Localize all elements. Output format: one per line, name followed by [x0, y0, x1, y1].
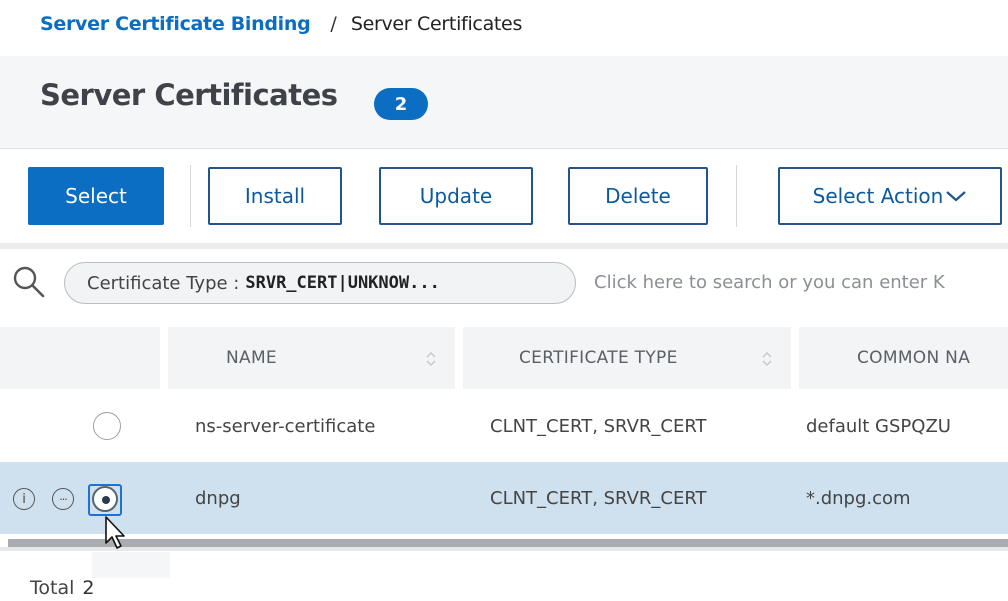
- sort-icon[interactable]: [425, 351, 437, 367]
- horizontal-scrollbar[interactable]: [8, 539, 1008, 547]
- select-action-label: Select Action: [812, 184, 944, 208]
- select-column-header: [0, 327, 160, 389]
- more-icon[interactable]: ···: [52, 488, 74, 510]
- table-row[interactable]: i ··· dnpg CLNT_CERT, SRVR_CERT *.dnpg.c…: [0, 462, 1008, 534]
- filter-chip-key: Certificate Type :: [87, 272, 240, 294]
- column-header-certificate-type[interactable]: CERTIFICATE TYPE: [463, 327, 791, 389]
- breadcrumb-separator: /: [330, 13, 337, 35]
- toolbar-divider: [190, 165, 191, 227]
- toolbar-divider: [736, 165, 737, 227]
- cell-name: dnpg: [195, 487, 241, 509]
- cell-name: ns-server-certificate: [195, 415, 376, 437]
- search-icon[interactable]: [12, 265, 46, 299]
- row-select-radio[interactable]: [92, 486, 118, 512]
- column-header-name[interactable]: NAME: [168, 327, 455, 389]
- select-button[interactable]: Select: [28, 167, 164, 225]
- total-label: Total: [30, 577, 75, 599]
- search-input[interactable]: Click here to search or you can enter K: [594, 272, 945, 293]
- scrollbar-track: [0, 547, 1008, 551]
- total-count: 2: [82, 577, 95, 599]
- filter-chip[interactable]: Certificate Type : SRVR_CERT|UNKNOW...: [64, 262, 576, 304]
- delete-button[interactable]: Delete: [568, 167, 708, 225]
- toolbar: Select Install Update Delete Select Acti…: [0, 149, 1008, 249]
- chevron-down-icon: [946, 191, 967, 202]
- row-select-radio[interactable]: [93, 412, 121, 440]
- table-row[interactable]: ns-server-certificate CLNT_CERT, SRVR_CE…: [0, 390, 1008, 462]
- page: Server Certificate Binding / Server Cert…: [0, 0, 1008, 601]
- filter-chip-value: SRVR_CERT|UNKNOW...: [245, 273, 440, 293]
- cell-common-name: default GSPQZU: [806, 415, 951, 437]
- column-header-label: COMMON NA: [857, 348, 971, 368]
- count-badge: 2: [374, 88, 428, 120]
- update-button[interactable]: Update: [379, 167, 533, 225]
- select-action-dropdown[interactable]: Select Action: [778, 167, 1002, 225]
- cursor-highlight: [92, 552, 170, 578]
- breadcrumb: Server Certificate Binding / Server Cert…: [40, 8, 522, 40]
- column-header-common-name[interactable]: COMMON NA: [799, 327, 1008, 389]
- page-title: Server Certificates: [40, 78, 338, 112]
- install-button[interactable]: Install: [208, 167, 342, 225]
- table-header: NAME CERTIFICATE TYPE COMMON NA: [0, 327, 1008, 389]
- cell-certificate-type: CLNT_CERT, SRVR_CERT: [490, 487, 707, 509]
- column-header-label: NAME: [226, 348, 277, 368]
- cell-common-name: *.dnpg.com: [806, 487, 911, 509]
- column-header-label: CERTIFICATE TYPE: [519, 348, 678, 368]
- cell-certificate-type: CLNT_CERT, SRVR_CERT: [490, 415, 707, 437]
- cursor-icon: [105, 516, 125, 549]
- title-bar: Server Certificates 2: [0, 56, 1008, 149]
- breadcrumb-current: Server Certificates: [350, 13, 523, 35]
- info-icon[interactable]: i: [13, 488, 35, 510]
- sort-icon[interactable]: [761, 351, 773, 367]
- breadcrumb-link-server-certificate-binding[interactable]: Server Certificate Binding: [40, 13, 311, 35]
- search-row: Certificate Type : SRVR_CERT|UNKNOW... C…: [0, 249, 1008, 323]
- table-footer: Total 2: [30, 577, 94, 599]
